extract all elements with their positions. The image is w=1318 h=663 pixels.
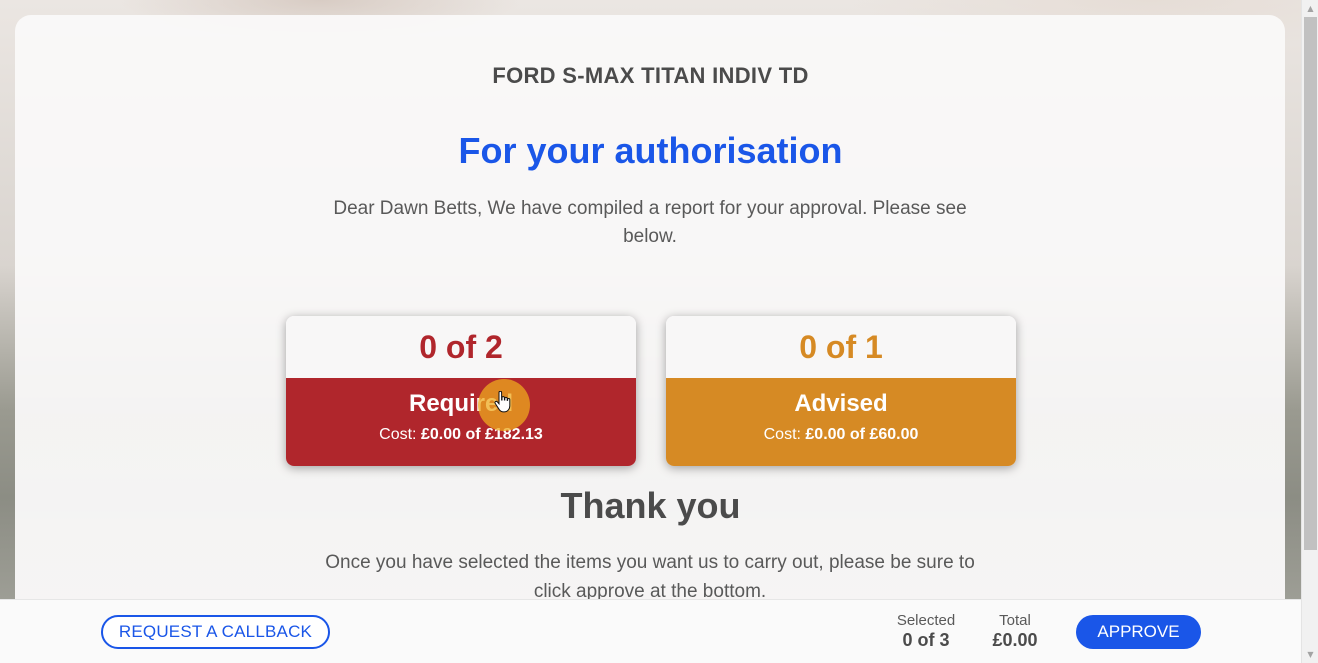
required-tile[interactable]: 0 of 2 Required Cost: £0.00 of £182.13 xyxy=(286,316,636,466)
vehicle-name: FORD S-MAX TITAN INDIV TD xyxy=(492,63,809,88)
selected-value: 0 of 3 xyxy=(902,630,950,650)
required-count: 0 of 2 xyxy=(286,316,636,378)
advised-tile[interactable]: 0 of 1 Advised Cost: £0.00 of £60.00 xyxy=(666,316,1016,466)
advised-tile-footer: Advised Cost: £0.00 of £60.00 xyxy=(666,378,1016,466)
vertical-scrollbar[interactable]: ▲ ▼ xyxy=(1301,0,1318,663)
thank-you-text: Once you have selected the items you wan… xyxy=(325,552,975,602)
advised-count: 0 of 1 xyxy=(666,316,1016,378)
required-cost: Cost: £0.00 of £182.13 xyxy=(286,426,636,444)
scroll-down-arrow-icon[interactable]: ▼ xyxy=(1302,646,1318,663)
total-value: £0.00 xyxy=(992,630,1038,650)
thank-you-heading: Thank you xyxy=(560,485,741,526)
selected-summary: Selected 0 of 3 xyxy=(886,612,966,651)
required-tile-footer: Required Cost: £0.00 of £182.13 xyxy=(286,378,636,466)
selected-label: Selected xyxy=(896,612,956,629)
approve-button[interactable]: APPROVE xyxy=(1076,615,1201,649)
advised-cost-value: £0.00 of £60.00 xyxy=(805,426,919,443)
advised-cost-prefix: Cost: xyxy=(763,426,801,443)
hand-pointer-icon xyxy=(494,391,511,413)
required-cost-value: £0.00 of £182.13 xyxy=(420,426,543,443)
required-label: Required xyxy=(408,390,513,417)
page-title: For your authorisation xyxy=(458,130,843,171)
scrollbar-thumb[interactable] xyxy=(1304,17,1317,550)
intro-text: Dear Dawn Betts, We have compiled a repo… xyxy=(333,198,967,247)
scroll-up-arrow-icon[interactable]: ▲ xyxy=(1302,0,1318,17)
advised-label: Advised xyxy=(794,390,888,417)
request-callback-button[interactable]: REQUEST A CALLBACK xyxy=(101,615,330,649)
total-label: Total xyxy=(999,612,1031,629)
total-summary: Total £0.00 xyxy=(980,612,1050,651)
required-cost-prefix: Cost: xyxy=(379,426,417,443)
footer-bar: REQUEST A CALLBACK Selected 0 of 3 Total… xyxy=(0,599,1301,663)
advised-cost: Cost: £0.00 of £60.00 xyxy=(666,426,1016,444)
